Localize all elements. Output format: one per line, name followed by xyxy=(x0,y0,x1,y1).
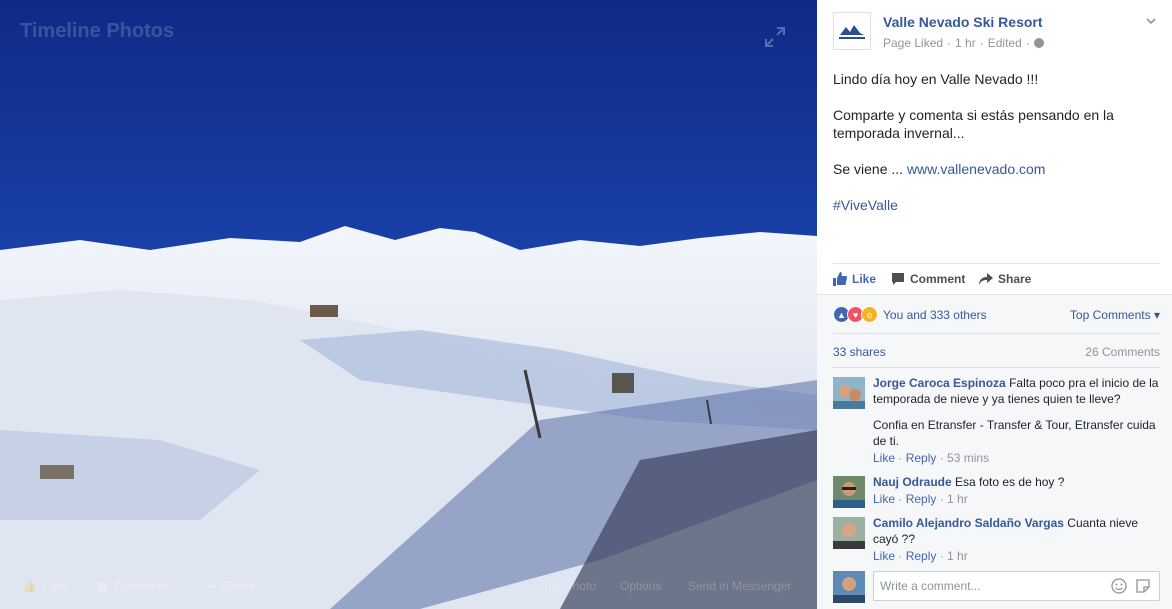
post-timestamp[interactable]: 1 hr xyxy=(955,36,976,50)
photo-like-button[interactable]: 👍 Like xyxy=(22,579,67,593)
post-line: Comparte y comenta si estás pensando en … xyxy=(833,107,1114,141)
meta-separator: · xyxy=(979,36,984,50)
divider xyxy=(833,367,1160,368)
photo-share-label: Share xyxy=(222,579,256,593)
avatar[interactable] xyxy=(833,476,865,508)
comment-meta: Like · Reply · 1 hr xyxy=(873,492,968,506)
post-line: Se viene ... www.vallenevado.com xyxy=(833,160,1153,178)
comment-timestamp[interactable]: 1 hr xyxy=(947,492,968,506)
thumbs-up-icon: 👍 xyxy=(22,579,37,593)
comment-item: Nauj Odraude Esa foto es de hoy ? Like ·… xyxy=(833,474,1164,508)
comment-reply-link[interactable]: Reply xyxy=(906,549,937,563)
comment-like-link[interactable]: Like xyxy=(873,492,895,506)
top-comments-label: Top Comments xyxy=(1069,308,1151,322)
comment-timestamp[interactable]: 1 hr xyxy=(947,549,968,563)
edited-label[interactable]: Edited xyxy=(988,36,1022,50)
comment-composer xyxy=(833,571,1160,603)
page-liked-label: Page Liked xyxy=(883,36,944,50)
comment-text: Esa foto es de hoy ? xyxy=(955,475,1065,489)
comment-text: Confia en Etransfer - Transfer & Tour, E… xyxy=(873,418,1156,448)
expand-icon[interactable] xyxy=(764,26,786,48)
composer-icons xyxy=(1111,578,1151,594)
emoji-icon[interactable] xyxy=(1111,578,1127,594)
comment-reply-link[interactable]: Reply xyxy=(906,492,937,506)
comment-author[interactable]: Camilo Alejandro Saldaño Vargas xyxy=(873,516,1064,530)
avatar xyxy=(833,571,865,603)
comments-count[interactable]: 26 Comments xyxy=(1085,345,1160,359)
post-line: Lindo día hoy en Valle Nevado !!! xyxy=(833,71,1039,87)
photo-viewer[interactable]: Timeline Photos 👍 Like ▩ Comment ➦ Share… xyxy=(0,0,817,609)
wow-reaction-icon: o xyxy=(861,306,878,323)
feedback-section: ▲ ♥ o You and 333 others Top Comments ▾ … xyxy=(817,294,1172,609)
hashtag-link[interactable]: #ViveValle xyxy=(833,196,1153,214)
avatar[interactable] xyxy=(833,377,865,409)
comment-timestamp[interactable]: 53 mins xyxy=(947,451,989,465)
page-name-link[interactable]: Valle Nevado Ski Resort xyxy=(883,14,1043,30)
send-in-messenger-button[interactable]: Send in Messenger xyxy=(688,579,791,593)
post-actions: Like Comment Share xyxy=(833,263,1160,294)
comment-item: Camilo Alejandro Saldaño Vargas Cuanta n… xyxy=(833,515,1164,564)
photo-like-label: Like xyxy=(42,579,67,593)
comment-icon: ▩ xyxy=(96,579,108,593)
comment-author[interactable]: Jorge Caroca Espinoza xyxy=(873,376,1006,390)
share-arrow-icon xyxy=(979,273,993,285)
mountain-photo xyxy=(0,0,817,609)
share-button[interactable]: Share xyxy=(979,272,1031,286)
tag-photo-button[interactable]: Tag Photo xyxy=(542,579,596,593)
like-label: Like xyxy=(852,272,877,286)
comment-button[interactable]: Comment xyxy=(891,272,965,286)
photo-comment-label: Comment xyxy=(113,579,169,593)
share-label: Share xyxy=(998,272,1032,286)
avatar[interactable] xyxy=(833,517,865,549)
comment-item: Jorge Caroca Espinoza Falta poco pra el … xyxy=(833,375,1164,466)
comment-reply-link[interactable]: Reply xyxy=(906,451,937,465)
meta-separator: · xyxy=(1025,36,1030,50)
comment-like-link[interactable]: Like xyxy=(873,549,895,563)
like-button[interactable]: Like xyxy=(833,272,876,286)
comment-meta: Like · Reply · 53 mins xyxy=(873,451,990,465)
comments-list: Jorge Caroca Espinoza Falta poco pra el … xyxy=(833,375,1164,565)
comment-meta: Like · Reply · 1 hr xyxy=(873,549,968,563)
shares-count[interactable]: 33 shares xyxy=(833,345,886,359)
meta-separator: · xyxy=(947,36,952,50)
comment-author[interactable]: Nauj Odraude xyxy=(873,475,952,489)
share-arrow-icon: ➦ xyxy=(206,579,217,593)
post-meta: Page Liked · 1 hr · Edited · xyxy=(883,36,1044,50)
reactions-count[interactable]: You and 333 others xyxy=(883,308,987,322)
post-header: Valle Nevado Ski Resort Page Liked · 1 h… xyxy=(833,12,1162,56)
top-comments-dropdown[interactable]: Top Comments ▾ xyxy=(1070,308,1160,322)
comment-label: Comment xyxy=(910,272,966,286)
thumbs-up-icon xyxy=(833,272,847,286)
post-line-prefix: Se viene ... xyxy=(833,161,907,177)
caret-down-icon: ▾ xyxy=(1153,308,1160,322)
comment-box[interactable] xyxy=(873,571,1160,601)
website-link[interactable]: www.vallenevado.com xyxy=(907,161,1046,177)
sticker-icon[interactable] xyxy=(1135,578,1151,594)
chevron-down-icon[interactable] xyxy=(1146,16,1156,26)
photo-share-button[interactable]: ➦ Share xyxy=(206,579,255,593)
post-sidebar: Valle Nevado Ski Resort Page Liked · 1 h… xyxy=(817,0,1172,609)
comment-input[interactable] xyxy=(878,578,1102,594)
post-text: Lindo día hoy en Valle Nevado !!! Compar… xyxy=(833,70,1153,232)
valle-nevado-logo-icon xyxy=(839,25,865,39)
photo-title: Timeline Photos xyxy=(20,20,175,42)
options-button[interactable]: Options xyxy=(620,579,661,593)
page-logo[interactable] xyxy=(833,12,871,50)
comment-icon xyxy=(892,273,904,285)
globe-icon xyxy=(1033,38,1044,48)
photo-comment-button[interactable]: ▩ Comment xyxy=(96,579,169,593)
divider xyxy=(833,333,1160,334)
reactions-summary[interactable]: ▲ ♥ o You and 333 others xyxy=(833,306,987,323)
comment-like-link[interactable]: Like xyxy=(873,451,895,465)
photo-actions-bar: 👍 Like ▩ Comment ➦ Share Tag Photo Optio… xyxy=(0,553,817,609)
